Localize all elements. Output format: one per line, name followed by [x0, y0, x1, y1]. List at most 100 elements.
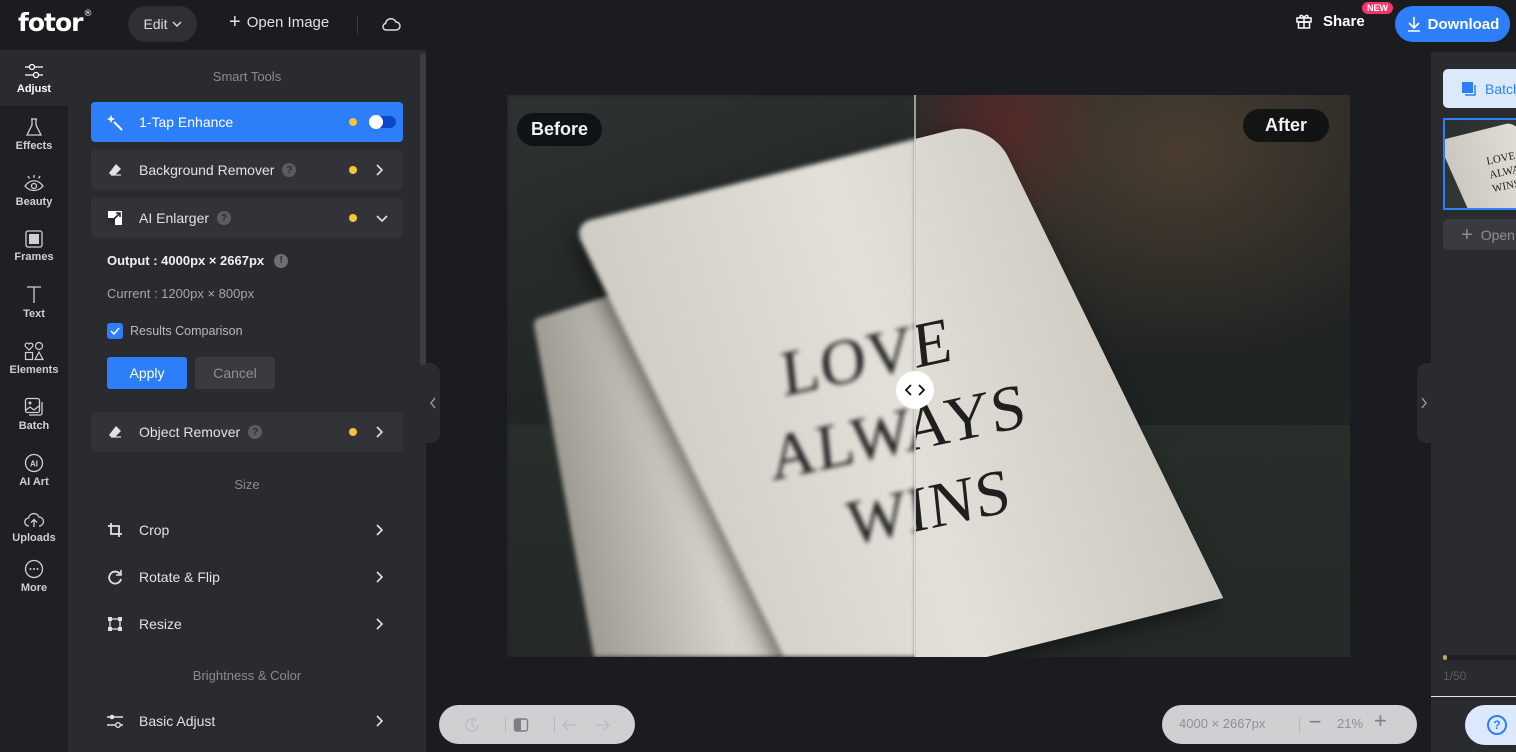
- redo-arrow-icon[interactable]: [593, 716, 611, 734]
- resize-icon: [108, 617, 122, 631]
- checkbox-label: Results Comparison: [130, 324, 243, 338]
- nav-beauty[interactable]: Beauty: [0, 162, 68, 218]
- registered-mark: ®: [83, 8, 93, 19]
- status-dot: [349, 166, 357, 174]
- download-button[interactable]: Download: [1395, 6, 1510, 42]
- nav-label: Adjust: [16, 82, 52, 95]
- nav-effects[interactable]: Effects: [0, 106, 68, 162]
- divider: [505, 717, 506, 733]
- more-dots-icon: [24, 559, 44, 578]
- edit-menu-button[interactable]: Edit: [128, 6, 197, 42]
- batch-label: Batch: [1485, 80, 1516, 97]
- tool-basic-adjust[interactable]: Basic Adjust: [91, 703, 403, 739]
- history-toolbar: [439, 705, 635, 744]
- nav-label: Beauty: [15, 195, 53, 208]
- before-image: LOVE ALWAYS WINS: [507, 95, 916, 657]
- comparison-slider-handle[interactable]: [896, 371, 934, 409]
- shapes-icon: [24, 341, 44, 360]
- tool-background-remover[interactable]: Background Remover ?: [91, 150, 403, 190]
- cancel-button[interactable]: Cancel: [195, 357, 275, 389]
- nav-frames[interactable]: Frames: [0, 218, 68, 274]
- divider: [1299, 717, 1300, 733]
- enlarge-icon: [108, 211, 122, 225]
- arrows-left-right-icon: [904, 384, 926, 396]
- open-image-small-button[interactable]: + Open: [1443, 219, 1516, 250]
- current-size-text: Current : 1200px × 800px: [107, 286, 255, 301]
- history-icon[interactable]: [463, 716, 481, 734]
- fotor-logo[interactable]: fotor®: [18, 8, 93, 37]
- sliders-icon: [25, 63, 43, 78]
- nav-label: AI Art: [19, 475, 49, 488]
- nav-uploads[interactable]: Uploads: [0, 499, 68, 555]
- nav-adjust[interactable]: Adjust: [0, 50, 68, 106]
- nav-label: Batch: [18, 419, 50, 432]
- enhance-toggle[interactable]: [369, 115, 396, 129]
- nav-label: More: [20, 581, 48, 594]
- tool-label: Crop: [139, 522, 170, 538]
- panel-scrollbar[interactable]: [420, 53, 426, 365]
- tool-resize[interactable]: Resize: [91, 606, 403, 642]
- chevron-right-icon: [376, 715, 384, 727]
- results-comparison-checkbox[interactable]: Results Comparison: [107, 323, 243, 339]
- zoom-out-button[interactable]: −: [1305, 709, 1325, 735]
- check-icon: [110, 327, 120, 335]
- status-dot: [349, 118, 357, 126]
- nav-ai-art[interactable]: AI AI Art: [0, 442, 68, 498]
- tool-crop[interactable]: Crop: [91, 512, 403, 548]
- tool-label: Resize: [139, 616, 182, 632]
- progress-fill: [1443, 655, 1447, 660]
- image-dimensions: 4000 × 2667px: [1179, 716, 1266, 731]
- ai-circle-icon: AI: [24, 453, 44, 472]
- output-size: Output : 4000px × 2667px !: [107, 253, 289, 268]
- svg-text:AI: AI: [30, 459, 38, 468]
- question-icon: ?: [1487, 715, 1507, 735]
- info-icon[interactable]: !: [274, 253, 289, 268]
- help-icon[interactable]: ?: [217, 211, 232, 225]
- tool-object-remover[interactable]: Object Remover ?: [91, 412, 403, 452]
- help-icon[interactable]: ?: [282, 163, 297, 177]
- help-button[interactable]: ?: [1465, 705, 1516, 745]
- download-icon: [1407, 17, 1420, 32]
- nav-text[interactable]: Text: [0, 274, 68, 330]
- share-button[interactable]: Share: [1295, 12, 1365, 30]
- cloud-icon[interactable]: [380, 15, 402, 33]
- compare-icon[interactable]: [513, 716, 529, 734]
- collapse-panel-button[interactable]: [426, 363, 440, 443]
- zoom-in-button[interactable]: +: [1374, 708, 1387, 734]
- plus-icon: +: [1461, 223, 1473, 246]
- status-dot: [349, 428, 357, 436]
- nav-more[interactable]: More: [0, 548, 68, 604]
- chevron-right-icon: [376, 618, 384, 630]
- tool-label: Basic Adjust: [139, 713, 216, 729]
- nav-label: Uploads: [12, 531, 56, 544]
- open-image-button[interactable]: + Open Image: [229, 12, 329, 32]
- tool-ai-enlarger[interactable]: AI Enlarger ?: [91, 198, 403, 238]
- divider: [357, 16, 358, 34]
- undo-arrow-icon[interactable]: [561, 716, 579, 734]
- eraser-icon: [109, 164, 121, 176]
- share-label: Share: [1323, 12, 1365, 30]
- tool-rotate-flip[interactable]: Rotate & Flip: [91, 559, 403, 595]
- batch-button[interactable]: Batch: [1443, 69, 1516, 108]
- divider: [554, 717, 555, 733]
- checkbox-checked[interactable]: [107, 323, 123, 339]
- section-title-smart-tools: Smart Tools: [212, 69, 282, 84]
- nav-elements[interactable]: Elements: [0, 330, 68, 386]
- download-label: Download: [1427, 15, 1500, 33]
- upload-progress: [1443, 655, 1516, 660]
- open-label: Open: [1480, 226, 1515, 243]
- chevron-right-icon: [376, 164, 384, 176]
- zoom-level: 21%: [1337, 716, 1364, 731]
- magic-wand-icon: [107, 115, 123, 131]
- help-icon[interactable]: ?: [248, 425, 263, 439]
- image-count: 1/50: [1443, 669, 1467, 683]
- image-thumbnail[interactable]: LOVE ALWAYS WINS: [1443, 118, 1516, 210]
- nav-batch[interactable]: Batch: [0, 386, 68, 442]
- apply-button[interactable]: Apply: [107, 357, 187, 389]
- expand-right-panel-button[interactable]: [1417, 363, 1431, 443]
- batch-layers-icon: [1462, 81, 1476, 96]
- chevron-right-icon: [376, 426, 384, 438]
- chevron-down-icon: [172, 21, 182, 27]
- tool-1-tap-enhance[interactable]: 1-Tap Enhance: [91, 102, 403, 142]
- before-label: Before: [517, 113, 603, 146]
